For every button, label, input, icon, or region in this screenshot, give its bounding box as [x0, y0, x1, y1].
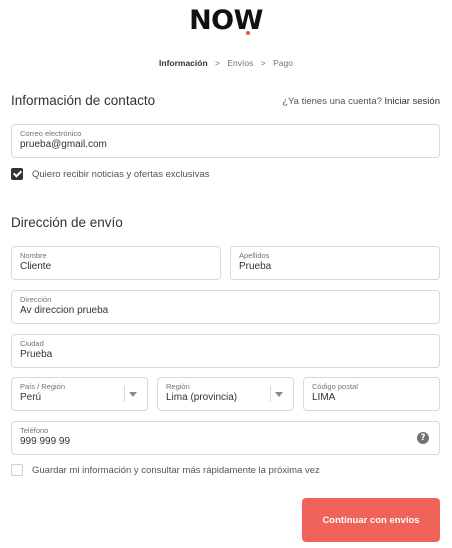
region-label: Región	[166, 382, 190, 391]
contact-section-title: Información de contacto	[11, 93, 156, 108]
newsletter-checkbox[interactable]	[11, 168, 23, 180]
country-select[interactable]: País / Región Perú	[11, 377, 148, 411]
city-label: Ciudad	[20, 339, 44, 348]
save-info-checkbox[interactable]	[11, 464, 23, 476]
logo-text: NOW	[189, 5, 263, 36]
help-icon[interactable]: ?	[417, 432, 429, 444]
city-field[interactable]: Ciudad Prueba	[11, 334, 440, 368]
chevron-down-icon[interactable]	[129, 392, 137, 397]
logo-accent-dot	[246, 31, 251, 35]
country-value[interactable]: Perú	[20, 392, 41, 403]
email-field[interactable]: Correo electrónico prueba@gmail.com	[11, 124, 440, 158]
select-divider	[270, 386, 271, 402]
login-prompt-text: ¿Ya tienes una cuenta?	[282, 96, 382, 107]
address-label: Dirección	[20, 295, 52, 304]
address-value[interactable]: Av direccion prueba	[20, 305, 108, 316]
postal-code-value[interactable]: LIMA	[312, 392, 335, 403]
chevron-down-icon[interactable]	[275, 392, 283, 397]
chevron-right-icon: >	[215, 58, 221, 68]
login-prompt: ¿Ya tienes una cuenta? Iniciar sesión	[282, 96, 440, 107]
shipping-section-title: Dirección de envío	[11, 215, 123, 230]
first-name-label: Nombre	[20, 251, 47, 260]
region-select[interactable]: Región Lima (provincia)	[157, 377, 294, 411]
last-name-value[interactable]: Prueba	[239, 261, 271, 272]
last-name-field[interactable]: Apellidos Prueba	[230, 246, 440, 280]
breadcrumb: Información > Envíos > Pago	[0, 58, 452, 68]
phone-field[interactable]: Teléfono 999 999 99 ?	[11, 421, 440, 455]
login-link[interactable]: Iniciar sesión	[385, 96, 440, 107]
first-name-value[interactable]: Cliente	[20, 261, 51, 272]
breadcrumb-step-payment[interactable]: Pago	[273, 58, 293, 68]
city-value[interactable]: Prueba	[20, 349, 52, 360]
save-info-label: Guardar mi información y consultar más r…	[32, 464, 320, 476]
phone-label: Teléfono	[20, 426, 49, 435]
first-name-field[interactable]: Nombre Cliente	[11, 246, 221, 280]
save-info-row[interactable]: Guardar mi información y consultar más r…	[11, 464, 320, 476]
breadcrumb-step-shipping[interactable]: Envíos	[227, 58, 253, 68]
newsletter-row[interactable]: Quiero recibir noticias y ofertas exclus…	[11, 168, 209, 180]
postal-code-field[interactable]: Código postal LIMA	[303, 377, 440, 411]
newsletter-label: Quiero recibir noticias y ofertas exclus…	[32, 168, 210, 180]
country-label: País / Región	[20, 382, 66, 391]
region-value[interactable]: Lima (provincia)	[166, 392, 237, 403]
email-value[interactable]: prueba@gmail.com	[20, 139, 107, 150]
breadcrumb-step-information: Información	[159, 58, 208, 68]
continue-to-shipping-button[interactable]: Continuar con envíos	[302, 498, 440, 542]
last-name-label: Apellidos	[239, 251, 270, 260]
phone-value[interactable]: 999 999 99	[20, 436, 70, 447]
select-divider	[124, 386, 125, 402]
address-field[interactable]: Dirección Av direccion prueba	[11, 290, 440, 324]
postal-code-label: Código postal	[312, 382, 358, 391]
email-label: Correo electrónico	[20, 129, 82, 138]
brand-logo: NOW	[0, 6, 452, 36]
chevron-right-icon: >	[260, 58, 266, 68]
